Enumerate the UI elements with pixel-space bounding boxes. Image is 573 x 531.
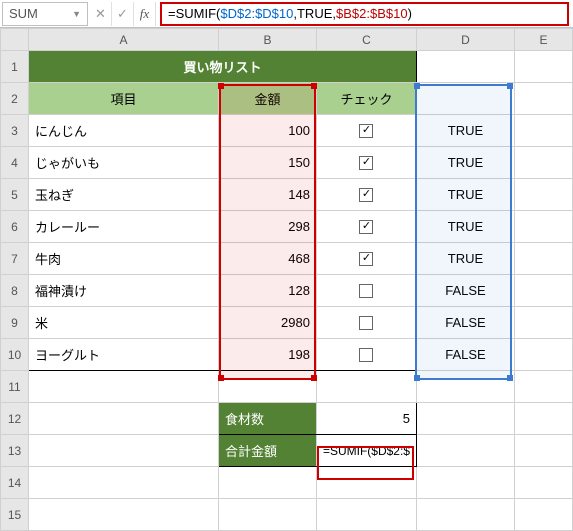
- row-header[interactable]: 15: [1, 499, 29, 531]
- formula-suffix: ): [408, 6, 412, 21]
- checkbox-icon[interactable]: ✓: [359, 156, 373, 170]
- formula-range-2: $B$2:$B$10: [336, 6, 408, 21]
- cell-amount[interactable]: 100: [219, 115, 316, 146]
- cell-item[interactable]: 牛肉: [29, 243, 218, 274]
- name-box[interactable]: SUM ▼: [2, 2, 88, 26]
- cell-flag[interactable]: TRUE: [417, 243, 514, 274]
- formula-sep1: ,TRUE,: [293, 6, 336, 21]
- cell-item[interactable]: 福神漬け: [29, 275, 218, 306]
- name-box-value: SUM: [9, 6, 38, 21]
- row-header[interactable]: 1: [1, 51, 29, 83]
- checkbox-icon[interactable]: ✓: [359, 220, 373, 234]
- checkbox-icon[interactable]: ✓: [359, 124, 373, 138]
- cell-flag[interactable]: TRUE: [417, 211, 514, 242]
- cell-check[interactable]: [317, 307, 416, 338]
- formula-input[interactable]: =SUMIF($D$2:$D$10,TRUE,$B$2:$B$10): [160, 2, 569, 26]
- row-header[interactable]: 11: [1, 371, 29, 403]
- row-header[interactable]: 12: [1, 403, 29, 435]
- cell-item[interactable]: にんじん: [29, 115, 218, 146]
- fx-icon[interactable]: fx: [134, 2, 156, 26]
- cell-check[interactable]: [317, 339, 416, 370]
- formula-part-prefix: =SUMIF(: [168, 6, 220, 21]
- row-header[interactable]: 13: [1, 435, 29, 467]
- select-all-corner[interactable]: [1, 29, 29, 51]
- checkbox-icon[interactable]: [359, 284, 373, 298]
- cell-item[interactable]: カレールー: [29, 211, 218, 242]
- col-header-B[interactable]: B: [218, 29, 316, 51]
- cell-amount[interactable]: 468: [219, 243, 316, 274]
- cell-amount[interactable]: 198: [219, 339, 316, 370]
- row-header[interactable]: 5: [1, 179, 29, 211]
- row-header[interactable]: 6: [1, 211, 29, 243]
- cell-amount[interactable]: 128: [219, 275, 316, 306]
- cell-check[interactable]: ✓: [317, 147, 416, 178]
- header-amount: 金額: [219, 83, 316, 114]
- cell-item[interactable]: じゃがいも: [29, 147, 218, 178]
- total-label: 合計金額: [219, 435, 316, 466]
- col-header-E[interactable]: E: [514, 29, 572, 51]
- cell-check[interactable]: ✓: [317, 115, 416, 146]
- col-header-D[interactable]: D: [416, 29, 514, 51]
- cell-amount[interactable]: 150: [219, 147, 316, 178]
- cell-flag[interactable]: FALSE: [417, 307, 514, 338]
- row-header[interactable]: 2: [1, 83, 29, 115]
- row-header[interactable]: 3: [1, 115, 29, 147]
- cell-flag[interactable]: TRUE: [417, 147, 514, 178]
- title-cell: 買い物リスト: [29, 51, 416, 82]
- cell-amount[interactable]: 2980: [219, 307, 316, 338]
- col-header-A[interactable]: A: [28, 29, 218, 51]
- checkbox-icon[interactable]: [359, 316, 373, 330]
- spreadsheet-grid[interactable]: A B C D E 1 買い物リスト 2 項目 金額 チェック 3 にんじん 1…: [0, 28, 573, 531]
- cell-flag[interactable]: FALSE: [417, 275, 514, 306]
- count-label: 食材数: [219, 403, 316, 434]
- cell-amount[interactable]: 298: [219, 211, 316, 242]
- cell-check[interactable]: [317, 275, 416, 306]
- cancel-icon[interactable]: ✕: [90, 2, 112, 26]
- checkbox-icon[interactable]: ✓: [359, 188, 373, 202]
- cell-item[interactable]: ヨーグルト: [29, 339, 218, 370]
- checkbox-icon[interactable]: [359, 348, 373, 362]
- confirm-icon[interactable]: ✓: [112, 2, 134, 26]
- header-item: 項目: [29, 83, 218, 114]
- cell-check[interactable]: ✓: [317, 211, 416, 242]
- row-header[interactable]: 8: [1, 275, 29, 307]
- count-value[interactable]: 5: [317, 403, 416, 434]
- cell-flag[interactable]: TRUE: [417, 115, 514, 146]
- row-header[interactable]: 9: [1, 307, 29, 339]
- cell-amount[interactable]: 148: [219, 179, 316, 210]
- formula-range-1: $D$2:$D$10: [220, 6, 293, 21]
- header-check: チェック: [317, 83, 416, 114]
- chevron-down-icon: ▼: [72, 9, 81, 19]
- row-header[interactable]: 14: [1, 467, 29, 499]
- row-header[interactable]: 7: [1, 243, 29, 275]
- cell-check[interactable]: ✓: [317, 243, 416, 274]
- cell-check[interactable]: ✓: [317, 179, 416, 210]
- row-header[interactable]: 4: [1, 147, 29, 179]
- cell-item[interactable]: 玉ねぎ: [29, 179, 218, 210]
- row-header[interactable]: 10: [1, 339, 29, 371]
- cell-flag[interactable]: TRUE: [417, 179, 514, 210]
- cell-flag[interactable]: FALSE: [417, 339, 514, 370]
- col-header-C[interactable]: C: [316, 29, 416, 51]
- checkbox-icon[interactable]: ✓: [359, 252, 373, 266]
- cell-item[interactable]: 米: [29, 307, 218, 338]
- column-header-row: A B C D E: [1, 29, 573, 51]
- formula-bar: SUM ▼ ✕ ✓ fx =SUMIF($D$2:$D$10,TRUE,$B$2…: [0, 0, 573, 28]
- total-formula-cell[interactable]: =SUMIF($D$2:$: [317, 435, 416, 466]
